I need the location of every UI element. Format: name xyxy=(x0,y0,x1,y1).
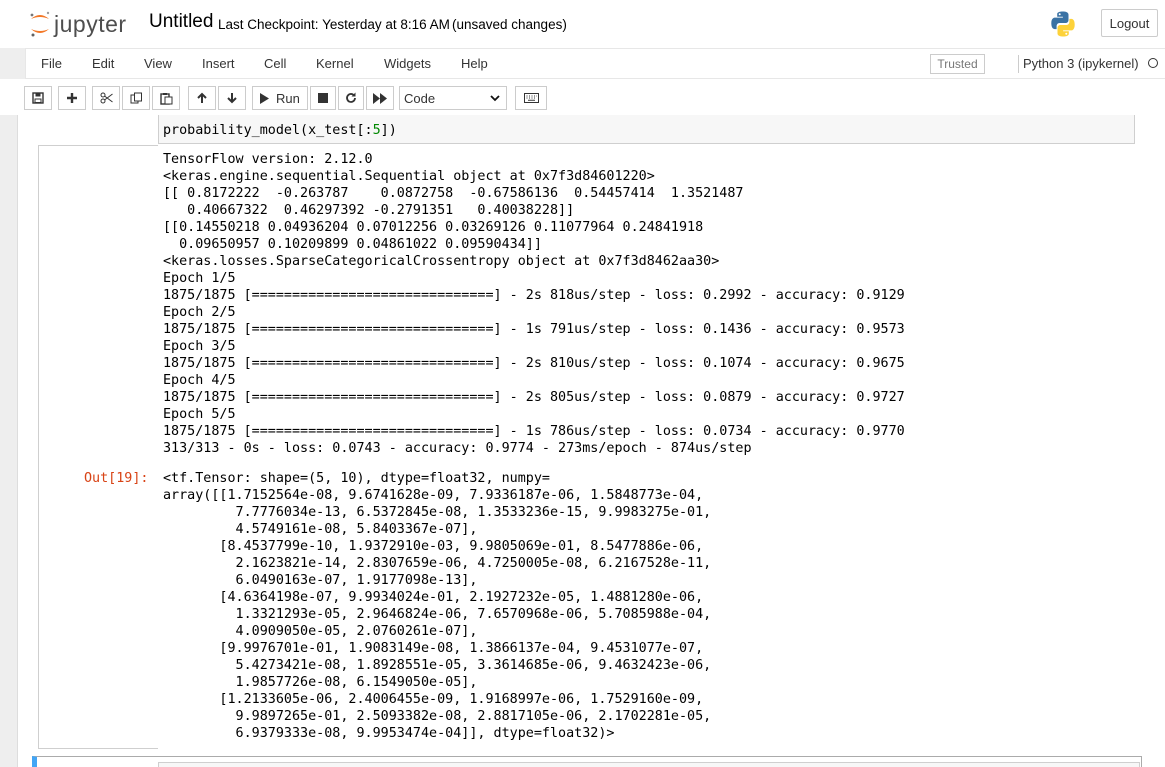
kernel-separator xyxy=(1018,55,1019,73)
cut-button[interactable] xyxy=(92,86,120,110)
copy-button[interactable] xyxy=(122,86,150,110)
kernel-idle-icon xyxy=(1148,58,1158,68)
menu-file[interactable]: File xyxy=(41,56,62,71)
menu-help[interactable]: Help xyxy=(461,56,488,71)
trusted-indicator[interactable]: Trusted xyxy=(930,54,985,74)
keyboard-icon xyxy=(523,93,539,103)
next-cell-input[interactable] xyxy=(158,762,1140,767)
save-button[interactable] xyxy=(24,86,52,110)
run-button[interactable]: Run xyxy=(252,86,308,110)
code-input-text[interactable]: probability_model(x_test[:5]) xyxy=(163,122,397,139)
menubar: File Edit View Insert Cell Kernel Widget… xyxy=(25,48,1165,79)
copy-icon xyxy=(130,92,142,103)
jupyter-logo-icon xyxy=(30,11,50,37)
output-prompt-area[interactable] xyxy=(38,145,158,749)
menu-kernel[interactable]: Kernel xyxy=(316,56,354,71)
menu-cell[interactable]: Cell xyxy=(264,56,286,71)
logout-button[interactable]: Logout xyxy=(1101,9,1158,37)
paste-button[interactable] xyxy=(152,86,180,110)
stop-icon xyxy=(318,93,328,103)
code-text-prefix: probability_model(x_test[: xyxy=(163,123,373,138)
paste-icon xyxy=(159,92,172,105)
restart-button[interactable] xyxy=(338,86,364,110)
interrupt-button[interactable] xyxy=(310,86,336,110)
move-up-button[interactable] xyxy=(188,86,216,110)
menu-insert[interactable]: Insert xyxy=(202,56,235,71)
jupyter-logo-text: jupyter xyxy=(54,10,127,37)
code-number-literal: 5 xyxy=(372,123,381,138)
menu-view[interactable]: View xyxy=(144,56,172,71)
plus-icon xyxy=(67,93,77,103)
fast-forward-icon xyxy=(373,92,387,104)
jupyter-logo[interactable]: jupyter xyxy=(28,8,127,40)
python-logo-icon xyxy=(1051,11,1075,37)
out-prompt: Out[19]: xyxy=(84,471,149,486)
kernel-name[interactable]: Python 3 (ipykernel) xyxy=(1023,56,1139,71)
chevron-down-icon xyxy=(490,95,500,102)
menu-edit[interactable]: Edit xyxy=(92,56,114,71)
run-label: Run xyxy=(276,90,300,106)
code-text-suffix: ]) xyxy=(380,123,397,138)
insert-cell-button[interactable] xyxy=(58,86,86,110)
arrow-down-icon xyxy=(227,93,237,104)
execute-result-output: <tf.Tensor: shape=(5, 10), dtype=float32… xyxy=(163,471,712,741)
menu-widgets[interactable]: Widgets xyxy=(384,56,431,71)
restart-icon xyxy=(346,92,356,103)
cell-type-select[interactable]: Code xyxy=(399,86,507,110)
cell-type-value: Code xyxy=(404,90,436,106)
stream-output: TensorFlow version: 2.12.0 <keras.engine… xyxy=(163,152,905,456)
restart-run-all-button[interactable] xyxy=(366,86,394,110)
arrow-up-icon xyxy=(197,92,207,103)
checkpoint-status: Last Checkpoint: Yesterday at 8:16 AM xyxy=(218,17,450,32)
play-icon xyxy=(260,92,269,104)
move-down-button[interactable] xyxy=(218,86,246,110)
cut-icon xyxy=(100,92,113,104)
command-palette-button[interactable] xyxy=(515,86,547,110)
save-icon xyxy=(32,92,44,104)
autosave-status: (unsaved changes) xyxy=(452,17,567,32)
toolbar: Run xyxy=(0,79,1165,115)
notebook-name[interactable]: Untitled xyxy=(149,11,213,33)
header: jupyter Untitled Last Checkpoint: Yester… xyxy=(0,0,1165,48)
